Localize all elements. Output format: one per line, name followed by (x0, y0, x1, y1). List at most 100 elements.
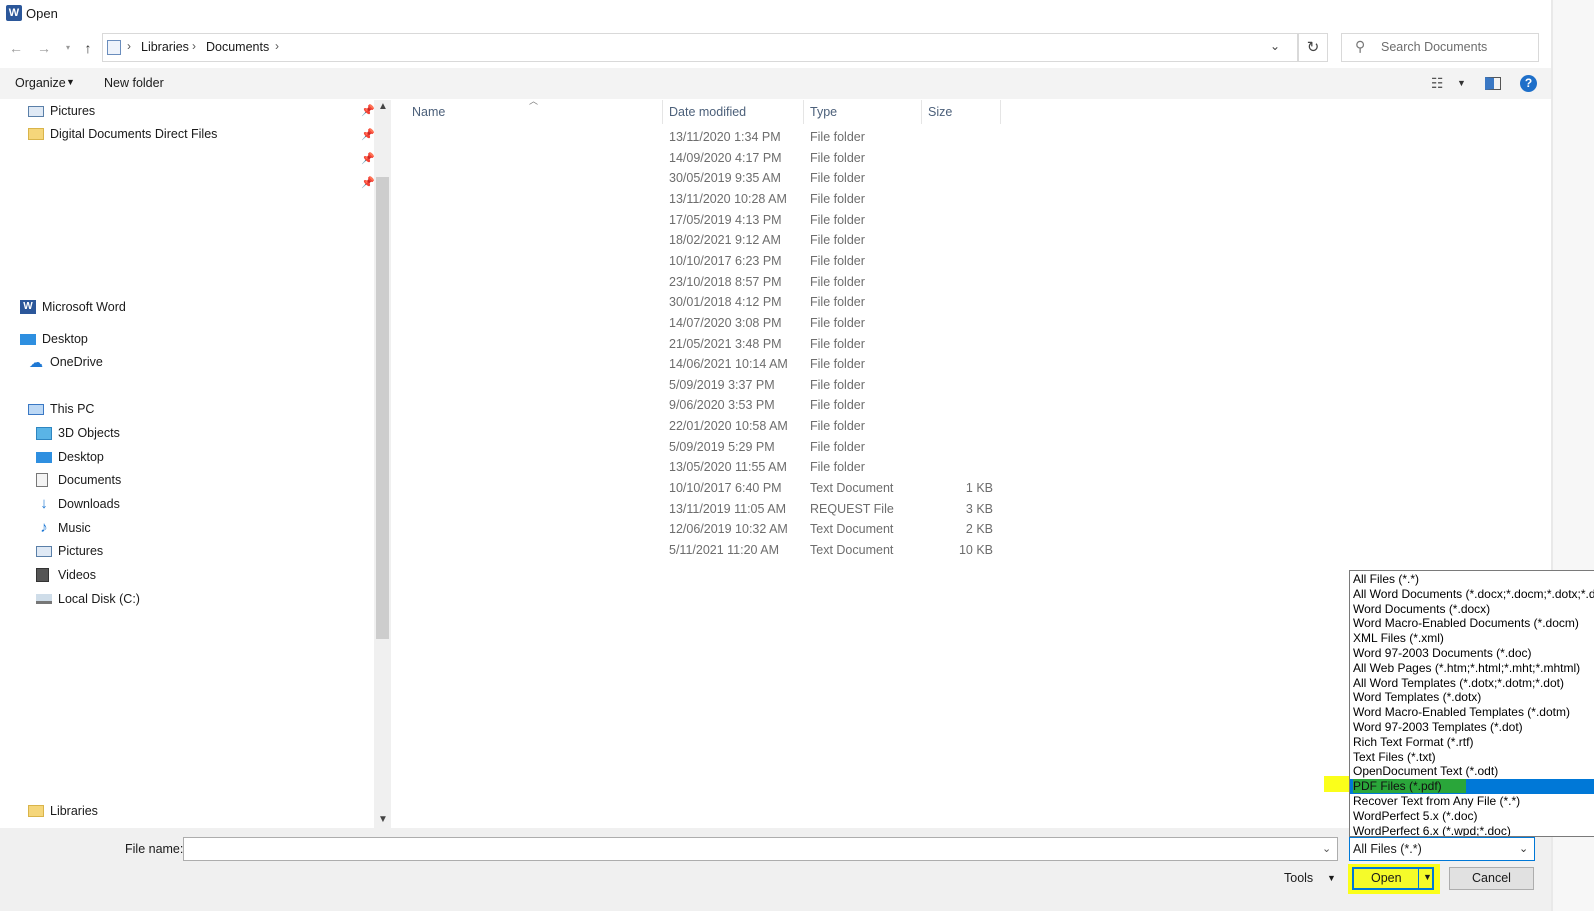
address-bar[interactable] (102, 33, 1298, 62)
nav-item-onedrive[interactable]: ☁ OneDrive (28, 351, 103, 373)
file-type-option[interactable]: WordPerfect 5.x (*.doc) (1350, 809, 1594, 824)
file-row-date: 14/09/2020 4:17 PM (669, 150, 782, 165)
file-type-option[interactable]: Word Macro-Enabled Documents (*.docm) (1350, 616, 1594, 631)
pin-icon[interactable]: 📌 (361, 104, 375, 117)
column-header-type[interactable]: Type (810, 105, 837, 119)
open-options-caret-icon[interactable]: ▼ (1423, 872, 1432, 882)
file-row-date: 13/05/2020 11:55 AM (669, 460, 787, 475)
file-row-date: 18/02/2021 9:12 AM (669, 233, 781, 248)
tools-button[interactable]: Tools (1284, 871, 1313, 885)
file-type-option-label: All Word Templates (*.dotx;*.dotm;*.dot) (1353, 675, 1564, 690)
scroll-up-icon[interactable]: ▲ (378, 101, 388, 112)
organize-button[interactable]: Organize (15, 76, 66, 90)
file-type-option[interactable]: WordPerfect 6.x (*.wpd;*.doc) (1350, 824, 1594, 836)
file-row-date: 22/01/2020 10:58 AM (669, 419, 788, 434)
new-folder-button[interactable]: New folder (104, 76, 164, 90)
nav-item-documents[interactable]: Documents (36, 469, 121, 491)
nav-item-label: Music (58, 521, 91, 535)
file-type-option-label: Word Macro-Enabled Templates (*.dotm) (1353, 705, 1570, 720)
column-header-date[interactable]: Date modified (669, 105, 746, 119)
breadcrumb-libraries[interactable]: Libraries (141, 40, 189, 54)
file-type-option[interactable]: All Files (*.*) (1350, 572, 1594, 587)
nav-item-music[interactable]: ♪ Music (36, 517, 91, 539)
nav-scrollbar-thumb[interactable] (376, 177, 389, 639)
file-row-date: 10/10/2017 6:40 PM (669, 481, 782, 496)
nav-item-libraries[interactable]: Libraries (28, 800, 98, 822)
recent-locations-chevron-icon[interactable]: ▾ (58, 38, 78, 58)
file-row-date: 5/11/2021 11:20 AM (669, 543, 780, 557)
file-type-option[interactable]: Recover Text from Any File (*.*) (1350, 794, 1594, 809)
file-type-option[interactable]: PDF Files (*.pdf) (1350, 779, 1594, 794)
nav-item-downloads[interactable]: ↓ Downloads (36, 493, 120, 515)
file-name-dropdown-chevron-icon[interactable]: ⌄ (1322, 842, 1331, 855)
file-type-option[interactable]: Word Documents (*.docx) (1350, 602, 1594, 617)
tools-caret-icon[interactable]: ▼ (1327, 873, 1336, 883)
nav-item-pictures[interactable]: Pictures (36, 540, 103, 562)
file-type-option[interactable]: Word Templates (*.dotx) (1350, 690, 1594, 705)
file-type-dropdown-list[interactable]: All Files (*.*) All Word Documents (*.doc… (1349, 570, 1594, 837)
column-header-name[interactable]: Name (412, 105, 445, 119)
file-row-size: 3 KB (965, 501, 993, 516)
forward-arrow-icon[interactable]: → (34, 38, 54, 58)
file-row-type: File folder (810, 398, 865, 413)
file-row-date: 5/09/2019 5:29 PM (669, 439, 775, 454)
file-row-date: 30/05/2019 9:35 AM (669, 171, 781, 186)
computer-icon (28, 403, 44, 415)
cancel-button[interactable]: Cancel (1449, 867, 1534, 890)
nav-item-this-pc[interactable]: This PC (28, 398, 94, 420)
view-options-caret-icon[interactable]: ▼ (1457, 78, 1466, 88)
file-type-option[interactable]: Text Files (*.txt) (1350, 750, 1594, 765)
refresh-icon[interactable]: ↻ (1298, 33, 1328, 62)
up-arrow-icon[interactable]: ↑ (78, 38, 98, 58)
file-type-option[interactable]: All Word Documents (*.docx;*.docm;*.dotx… (1350, 587, 1594, 602)
organize-caret-icon[interactable]: ▼ (66, 77, 75, 87)
videos-icon (36, 568, 49, 582)
nav-item-label: Digital Documents Direct Files (50, 127, 218, 141)
address-dropdown-chevron-icon[interactable]: ⌄ (1270, 39, 1280, 53)
change-view-icon[interactable]: ☷ (1431, 75, 1444, 92)
nav-item-microsoft-word[interactable]: W Microsoft Word (20, 296, 126, 318)
file-name-input[interactable] (183, 837, 1338, 861)
nav-item-digital-documents[interactable]: Digital Documents Direct Files (28, 123, 217, 145)
column-divider[interactable] (803, 100, 804, 124)
pin-icon[interactable]: 📌 (361, 128, 375, 141)
column-divider[interactable] (662, 100, 663, 124)
scroll-down-icon[interactable]: ▼ (378, 814, 388, 825)
file-type-option[interactable]: All Web Pages (*.htm;*.html;*.mht;*.mhtm… (1350, 661, 1594, 676)
nav-item-desktop-pc[interactable]: Desktop (36, 446, 104, 468)
preview-pane-icon[interactable] (1485, 77, 1501, 90)
nav-item-local-disk[interactable]: Local Disk (C:) (36, 588, 140, 610)
pin-icon[interactable]: 📌 (361, 176, 375, 189)
file-type-option[interactable]: Rich Text Format (*.rtf) (1350, 735, 1594, 750)
nav-item-3d-objects[interactable]: 3D Objects (36, 422, 120, 444)
open-button-label[interactable]: Open (1371, 871, 1402, 885)
desktop-icon (20, 333, 36, 345)
file-row-type: File folder (810, 336, 865, 351)
file-type-option[interactable]: Word 97-2003 Documents (*.doc) (1350, 646, 1594, 661)
nav-item-videos[interactable]: Videos (36, 564, 96, 586)
file-type-option[interactable]: OpenDocument Text (*.odt) (1350, 764, 1594, 779)
file-type-option[interactable]: Word Macro-Enabled Templates (*.dotm) (1350, 705, 1594, 720)
file-type-option[interactable]: XML Files (*.xml) (1350, 631, 1594, 646)
breadcrumb-separator-icon[interactable]: › (275, 39, 279, 53)
column-header-size[interactable]: Size (928, 105, 952, 119)
back-arrow-icon[interactable]: ← (6, 38, 26, 58)
column-divider[interactable] (921, 100, 922, 124)
pin-icon[interactable]: 📌 (361, 152, 375, 165)
column-divider[interactable] (1000, 100, 1001, 124)
nav-item-desktop[interactable]: Desktop (20, 328, 88, 350)
file-row-type: File folder (810, 130, 865, 144)
help-icon[interactable]: ? (1520, 75, 1537, 92)
file-type-value: All Files (*.*) (1353, 842, 1422, 856)
file-type-chevron-icon[interactable]: ⌄ (1519, 842, 1528, 855)
file-type-option-label: Word Macro-Enabled Documents (*.docm) (1353, 616, 1579, 631)
file-row-type: File folder (810, 233, 865, 248)
file-type-option[interactable]: Word 97-2003 Templates (*.dot) (1350, 720, 1594, 735)
file-row-type: Text Document (810, 481, 894, 496)
file-row-type: File folder (810, 150, 865, 165)
file-type-option[interactable]: All Word Templates (*.dotx;*.dotm;*.dot) (1350, 676, 1594, 691)
file-row-date: 14/07/2020 3:08 PM (669, 315, 782, 330)
nav-item-pictures-quick[interactable]: Pictures (28, 100, 95, 122)
breadcrumb-documents[interactable]: Documents (206, 40, 269, 54)
file-row-date: 10/10/2017 6:23 PM (669, 253, 782, 268)
